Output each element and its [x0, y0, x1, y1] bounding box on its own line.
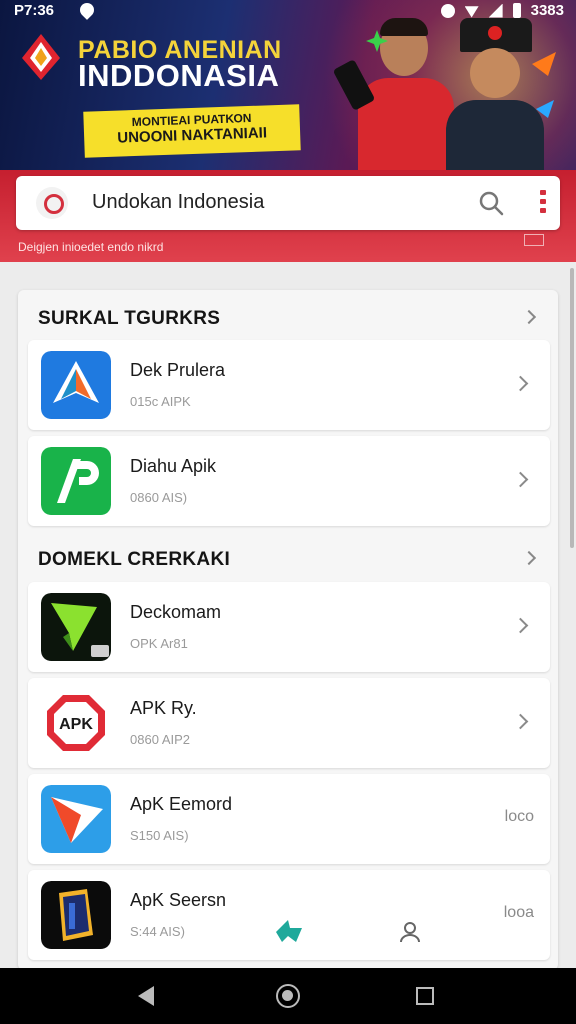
profile-tab-icon[interactable] [398, 920, 422, 944]
app-list-card: SURKAL TGURKRS Dek Prulera 015c AIPK Dia… [18, 290, 558, 970]
section-title: DOMEKL CRERKAKI [38, 549, 231, 570]
chevron-right-icon [512, 471, 529, 488]
list-item[interactable]: Deckomam OPK Ar81 [28, 582, 550, 672]
chevron-right-icon [512, 617, 529, 634]
status-time: P7:36 [14, 2, 55, 19]
app-meta: 0860 AIP2 [130, 732, 190, 747]
app-name: ApK Eemord [130, 794, 233, 814]
home-tab-icon[interactable] [274, 918, 304, 944]
app-meta: OPK Ar81 [130, 636, 188, 651]
green-arrow-app-icon [41, 593, 111, 661]
app-name: ApK Seersn [130, 890, 227, 910]
app-extra-text: loco [504, 808, 534, 825]
list-item[interactable]: Dek Prulera 015c AIPK [28, 340, 550, 430]
chevron-right-icon[interactable] [521, 550, 537, 566]
app-meta: S150 AIS) [130, 828, 189, 843]
chevron-right-icon[interactable] [521, 309, 537, 325]
scrollbar[interactable] [570, 268, 574, 548]
app-name: APK Ry. [130, 698, 197, 718]
sparkle-icon [532, 52, 556, 76]
promo-ribbon: ΜΟΝΤΙΕΑΙ ΡUΑΤΚΟΝ UNOONI NAKTANIAII [83, 104, 301, 158]
paper-plane-app-icon [41, 785, 111, 853]
brand-logo-icon [22, 34, 60, 80]
sparkle-icon [536, 100, 554, 118]
list-item[interactable]: APK APK Ry. 0860 AIP2 [28, 678, 550, 768]
app-meta: 015c AIPK [130, 394, 191, 409]
search-icon[interactable] [478, 190, 504, 216]
more-menu-icon[interactable] [540, 190, 546, 216]
app-name: Deckomam [130, 602, 222, 622]
chevron-right-icon [512, 375, 529, 392]
list-item[interactable]: Diahu Apik 0860 AIS) [28, 436, 550, 526]
wifi-icon [464, 6, 479, 18]
sparkle-icon [366, 30, 388, 52]
battery-icon [512, 3, 521, 18]
shield-app-icon [41, 881, 111, 949]
battery-text: 3383 [530, 2, 564, 19]
search-bar[interactable]: Undokan Indonesia [16, 176, 560, 230]
list-item[interactable]: ApK Seersn S:44 AIS) looa [28, 870, 550, 960]
back-icon[interactable] [138, 986, 154, 1006]
chevron-right-icon [512, 713, 529, 730]
signal-icon [488, 3, 503, 18]
system-nav-bar [0, 968, 576, 1024]
list-item[interactable]: ApK Eemord S150 AIS) loco [28, 774, 550, 864]
app-meta: S:44 AIS) [130, 924, 185, 939]
search-input[interactable]: Undokan Indonesia [92, 191, 264, 214]
app-name: Dek Prulera [130, 360, 226, 380]
banner-title-line2: INDDONASIA [78, 58, 280, 93]
cloud-icon [440, 3, 455, 18]
grid-icon[interactable] [524, 234, 544, 246]
person-illustration-2 [440, 18, 550, 170]
svg-text:APK: APK [59, 716, 93, 733]
ap-app-icon [41, 447, 111, 515]
section-title: SURKAL TGURKRS [38, 308, 221, 329]
recents-icon[interactable] [416, 987, 434, 1005]
hero-banner[interactable]: P7:36 3383 PABIO ANENIAN INDDONASIA ΜΟΝΤ… [0, 0, 576, 170]
app-extra-text: looa [503, 904, 534, 921]
location-icon [77, 0, 97, 20]
app-meta: 0860 AIS) [130, 490, 188, 505]
search-hint: Deigjen inioedet endo nikrd [18, 240, 164, 254]
apk-badge-app-icon: APK [41, 689, 111, 757]
home-icon[interactable] [276, 984, 300, 1008]
compass-app-icon [41, 351, 111, 419]
app-name: Diahu Apik [130, 456, 217, 476]
app-logo-icon [36, 187, 68, 219]
